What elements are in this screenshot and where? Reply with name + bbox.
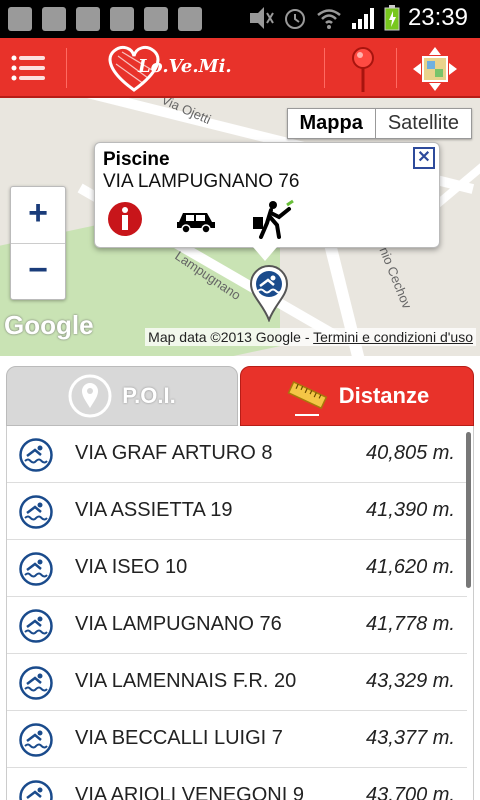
notification-icons <box>8 7 202 31</box>
info-address: VIA LAMPUGNANO 76 <box>103 171 300 192</box>
item-name: VIA GRAF ARTURO 8 <box>75 442 273 464</box>
swimming-icon <box>19 780 53 800</box>
clock: 23:39 <box>407 4 468 31</box>
list-item[interactable]: VIA GRAF ARTURO 8 40,805 m. <box>7 426 467 483</box>
wifi-icon <box>317 9 341 29</box>
location-icon <box>68 374 112 418</box>
map-marker-pool[interactable] <box>249 264 289 322</box>
map-type-control: Mappa Satellite <box>286 108 472 139</box>
item-name: VIA LAMENNAIS F.R. 20 <box>75 670 297 692</box>
signal-icon <box>351 8 374 29</box>
tab-poi[interactable]: P.O.I. <box>6 366 238 426</box>
divider <box>324 48 325 88</box>
item-distance: 41,778 m. <box>366 613 455 635</box>
info-title: Piscine <box>103 149 170 170</box>
list-item[interactable]: VIA ARIOLI VENEGONI 9 43,700 m. <box>7 768 467 800</box>
tab-bar: P.O.I. Distanze <box>6 366 474 426</box>
map-view[interactable]: Via Ojetti Lampugnano Via Antonio Cechov… <box>0 98 480 356</box>
item-name: VIA ISEO 10 <box>75 556 188 578</box>
zoom-out-button[interactable]: − <box>11 243 65 299</box>
app-bar: Lo.Ve.Mi. <box>0 38 480 98</box>
item-name: VIA BECCALLI LUIGI 7 <box>75 727 283 749</box>
youtube-icon <box>144 7 168 31</box>
mute-icon <box>249 7 274 29</box>
item-name: VIA ASSIETTA 19 <box>75 499 233 521</box>
swimming-icon <box>19 723 53 757</box>
item-name: VIA ARIOLI VENEGONI 9 <box>75 784 304 800</box>
list-item[interactable]: VIA ISEO 10 41,620 m. <box>7 540 467 597</box>
swimming-icon <box>19 552 53 586</box>
map-navigation-button[interactable] <box>412 46 458 92</box>
close-icon[interactable]: ✕ <box>413 147 435 169</box>
swimming-icon <box>19 666 53 700</box>
usb-icon <box>42 7 66 31</box>
zoom-in-button[interactable]: + <box>11 187 65 243</box>
app-logo-text: Lo.Ve.Mi. <box>138 56 232 77</box>
item-name: VIA LAMPUGNANO 76 <box>75 613 282 635</box>
car-icon[interactable] <box>175 204 217 234</box>
map-data-text: Map data ©2013 Google - <box>148 329 314 345</box>
swimming-icon <box>19 495 53 529</box>
item-distance: 41,390 m. <box>366 499 455 521</box>
dpad-map-icon <box>413 47 457 91</box>
shopping-icon <box>178 7 202 31</box>
walking-icon[interactable] <box>249 199 295 239</box>
item-distance: 43,700 m. <box>366 784 455 800</box>
item-distance: 43,377 m. <box>366 727 455 749</box>
location-pin-button[interactable] <box>345 44 381 94</box>
list-scrollbar[interactable] <box>466 432 471 588</box>
item-distance: 40,805 m. <box>366 442 455 464</box>
google-logo: Google <box>4 310 94 340</box>
list-item[interactable]: VIA LAMPUGNANO 76 41,778 m. <box>7 597 467 654</box>
ruler-icon <box>287 381 328 416</box>
item-distance: 43,329 m. <box>366 670 455 692</box>
map-attribution: Map data ©2013 Google - Termini e condiz… <box>145 328 476 346</box>
system-icons: 23:39 <box>248 4 468 32</box>
info-window-tail <box>253 247 277 261</box>
map-info-window: Piscine VIA LAMPUGNANO 76 ✕ <box>94 142 440 261</box>
list-item[interactable]: VIA BECCALLI LUIGI 7 43,377 m. <box>7 711 467 768</box>
tab-distanze-label: Distanze <box>338 383 430 408</box>
add-icon <box>8 7 32 31</box>
map-type-satellite[interactable]: Satellite <box>376 109 471 138</box>
zoom-control: + − <box>10 186 66 300</box>
youtube-icon <box>76 7 100 31</box>
info-icon[interactable] <box>107 201 143 237</box>
terms-link[interactable]: Termini e condizioni d'uso <box>313 329 473 345</box>
battery-icon <box>384 5 400 31</box>
divider <box>396 48 397 88</box>
divider <box>66 48 67 88</box>
map-type-mappa[interactable]: Mappa <box>288 109 376 138</box>
pin-icon <box>352 47 374 92</box>
alarm-icon <box>284 9 305 29</box>
swimming-icon <box>19 609 53 643</box>
item-distance: 41,620 m. <box>366 556 455 578</box>
menu-button[interactable] <box>10 52 46 84</box>
list-item[interactable]: VIA ASSIETTA 19 41,390 m. <box>7 483 467 540</box>
distance-list[interactable]: VIA GRAF ARTURO 8 40,805 m. VIA ASSIETTA… <box>6 426 474 800</box>
swimming-icon <box>19 438 53 472</box>
tab-poi-label: P.O.I. <box>122 383 176 408</box>
youtube-icon <box>110 7 134 31</box>
menu-icon <box>11 55 45 81</box>
info-actions <box>107 199 295 239</box>
tab-distanze[interactable]: Distanze <box>240 366 474 426</box>
list-item[interactable]: VIA LAMENNAIS F.R. 20 43,329 m. <box>7 654 467 711</box>
status-bar: 23:39 <box>0 0 480 38</box>
